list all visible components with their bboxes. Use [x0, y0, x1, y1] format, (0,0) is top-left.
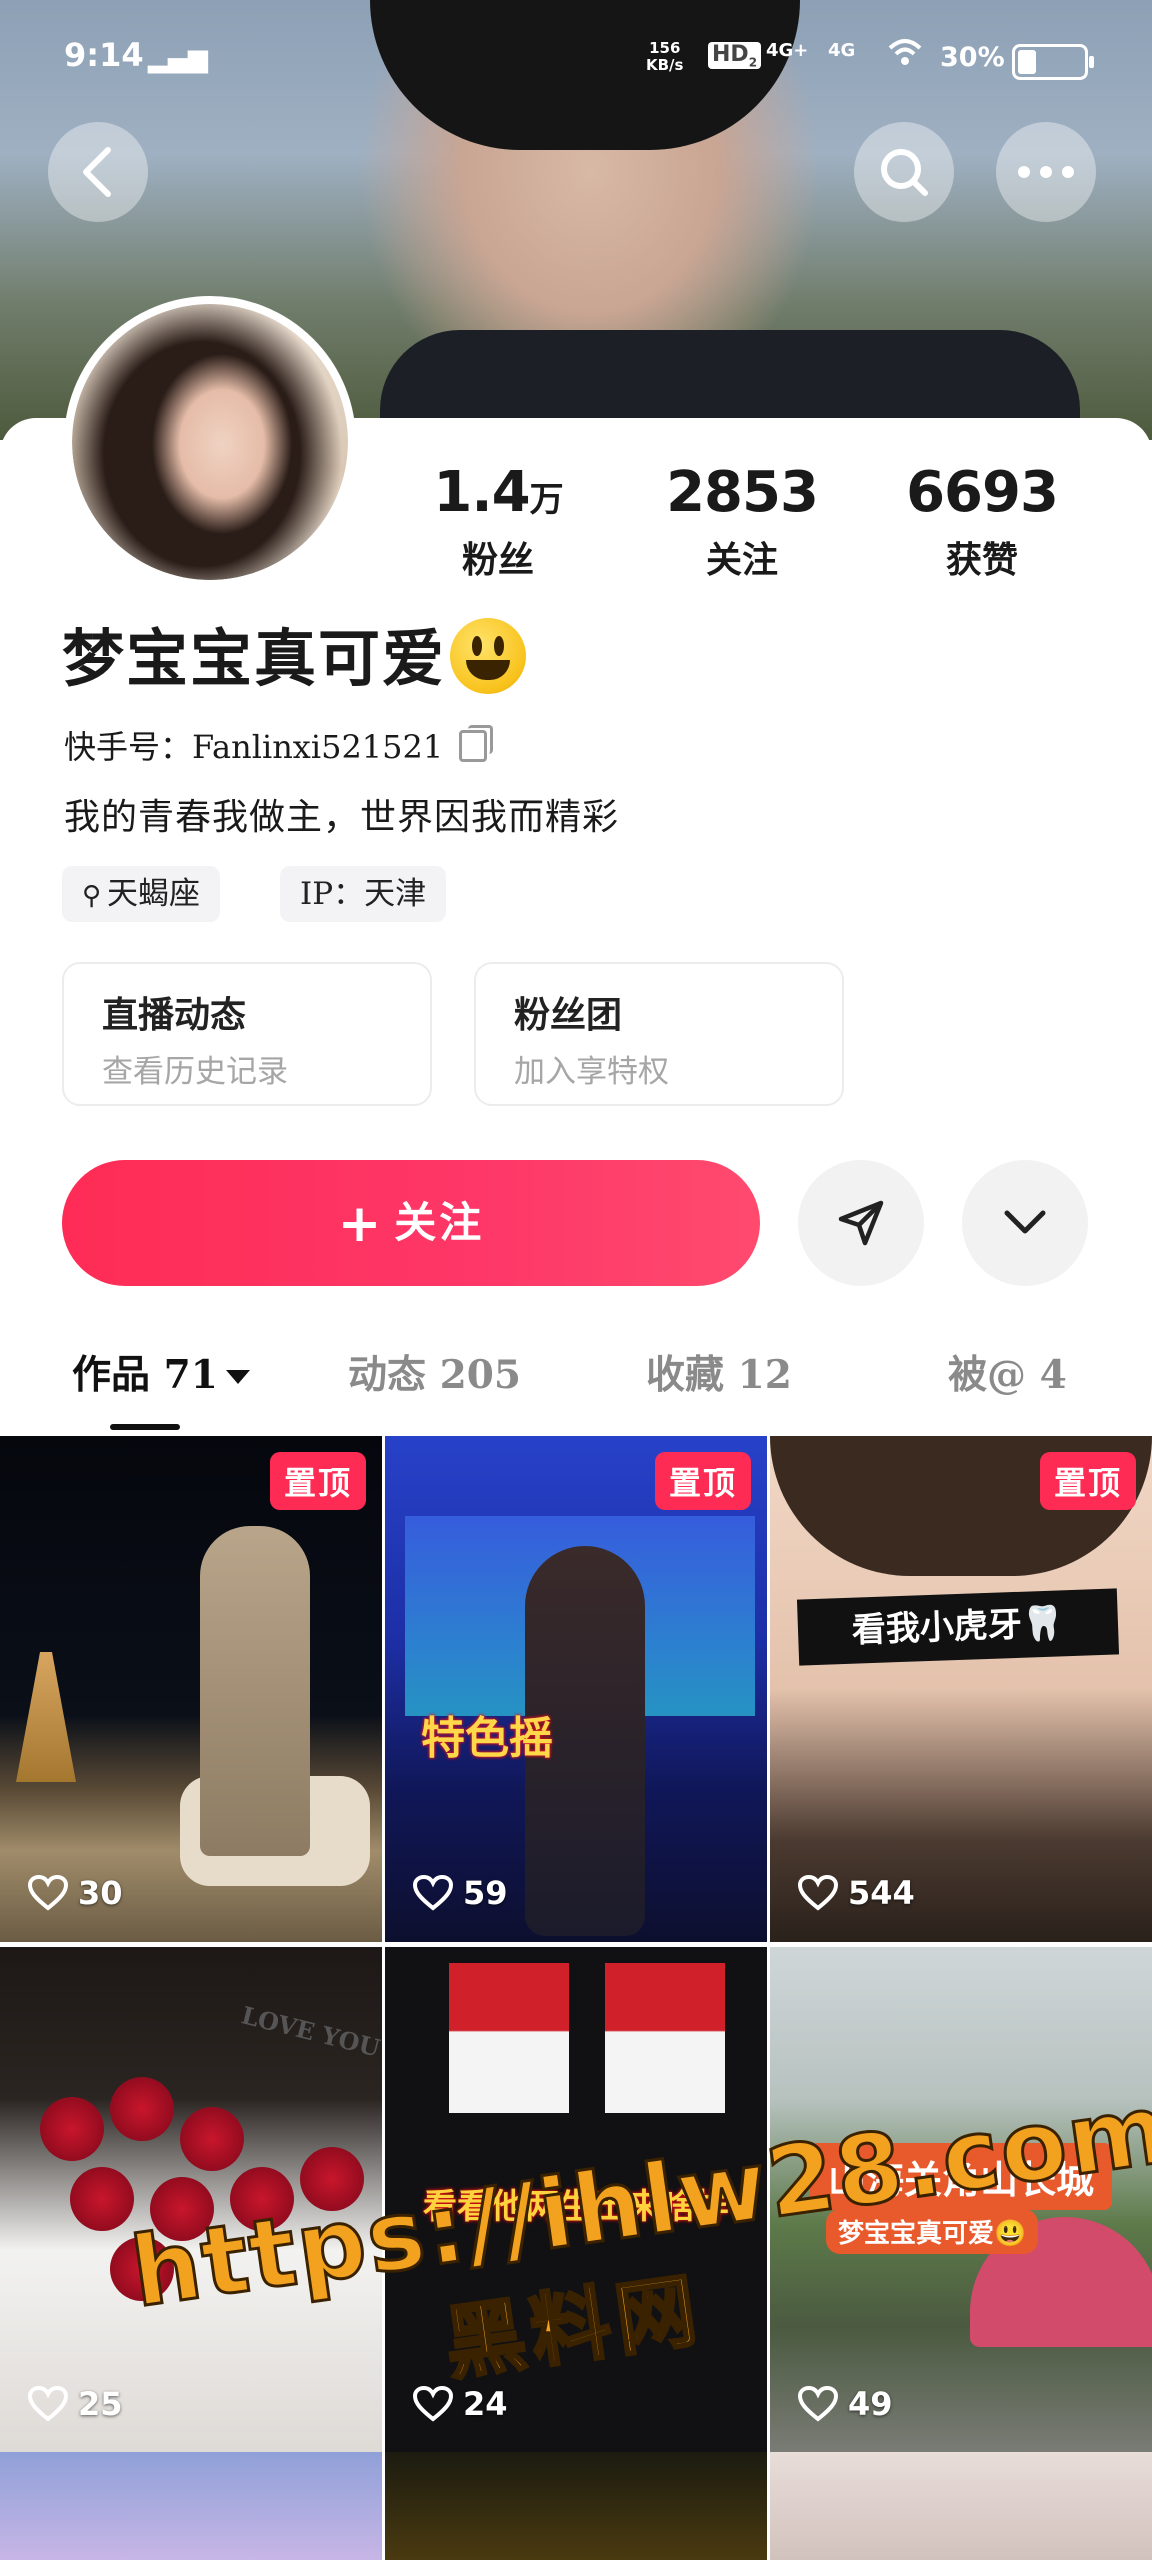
- back-button[interactable]: [48, 122, 148, 222]
- stat-followers[interactable]: 1.4万 粉丝: [398, 460, 598, 583]
- fan-club-subtitle: 加入享特权: [514, 1054, 669, 1090]
- tab-mentions[interactable]: 被@ 4: [948, 1344, 1067, 1400]
- caret-down-icon: [225, 1370, 250, 1384]
- live-history-entry[interactable]: 直播动态 查看历史记录: [62, 962, 432, 1106]
- tag-ip: IP：天津: [280, 866, 447, 922]
- search-icon: [881, 149, 928, 196]
- stat-following-label: 关注: [705, 539, 778, 581]
- rose-shape: [110, 2077, 174, 2141]
- paper-plane-icon: [838, 1200, 884, 1246]
- status-time: 9:14: [64, 36, 144, 74]
- stat-followers-value: 1.4: [433, 460, 530, 525]
- tag-zodiac-label: 天蝎座: [107, 876, 201, 912]
- stat-following-value: 2853: [666, 460, 819, 525]
- status-bar: 9:14 ▂▄▆ 156 KB/s HD2 4G+ 4G 30%: [0, 0, 1152, 110]
- expand-button[interactable]: [962, 1160, 1088, 1286]
- hd-label: HD: [712, 42, 749, 67]
- live-history-subtitle: 查看历史记录: [102, 1054, 288, 1090]
- like-count-value: 25: [78, 2385, 123, 2423]
- heart-icon: [413, 1875, 453, 1911]
- profile-bio: 我的青春我做主，世界因我而精彩: [64, 797, 620, 838]
- stat-likes-value: 6693: [906, 460, 1059, 525]
- rose-shape: [180, 2107, 244, 2171]
- share-button[interactable]: [798, 1160, 924, 1286]
- heart-icon: [28, 2386, 68, 2422]
- stat-followers-number: 1.4万: [398, 460, 598, 525]
- avatar-image: [72, 304, 348, 580]
- battery-percent: 30%: [940, 42, 1005, 73]
- avatar[interactable]: [64, 296, 356, 588]
- live-history-title: 直播动态: [102, 994, 247, 1036]
- rose-shape: [70, 2167, 134, 2231]
- stat-likes-label: 获赞: [945, 539, 1018, 581]
- like-count: 59: [413, 1874, 508, 1912]
- back-arrow-icon: [83, 147, 111, 197]
- kuaishou-id-text: 快手号：Fanlinxi521521: [64, 728, 444, 766]
- heart-icon: [28, 1875, 68, 1911]
- copy-icon[interactable]: [459, 725, 494, 762]
- like-count: 544: [798, 1874, 915, 1912]
- chevron-down-icon: [1004, 1210, 1046, 1234]
- tab-works[interactable]: 作品 71: [72, 1344, 250, 1400]
- wifi-icon: [888, 38, 922, 74]
- network-rate-unit: KB/s: [646, 56, 684, 74]
- pinned-badge: 置顶: [654, 1452, 751, 1510]
- cellular-signal-2: 4G: [828, 40, 856, 61]
- post-card[interactable]: 看我小虎牙🦷 置顶 544: [770, 1436, 1152, 1942]
- fan-club-entry[interactable]: 粉丝团 加入享特权: [474, 962, 844, 1106]
- network-rate-value: 156: [649, 39, 681, 57]
- statue-shape: [200, 1526, 310, 1856]
- hd-sub: 2: [748, 55, 758, 70]
- like-count: 30: [28, 1874, 123, 1912]
- stat-followers-label: 粉丝: [461, 539, 534, 581]
- tag-zodiac: ⚲ 天蝎座: [62, 866, 221, 922]
- portrait-photo: [449, 1963, 569, 2113]
- post-card[interactable]: 特色摇 置顶 59: [385, 1436, 767, 1942]
- pagoda-shape: [16, 1652, 76, 1782]
- profile-name: 梦宝宝真可爱: [62, 608, 527, 698]
- smile-emoji-icon: [450, 618, 527, 694]
- stat-likes[interactable]: 6693 获赞: [882, 460, 1082, 583]
- more-icon: [1018, 166, 1074, 178]
- tab-works-label: 作品 71: [72, 1352, 218, 1398]
- content-tabs: 作品 71 动态 205 收藏 12 被@ 4: [0, 1330, 1152, 1430]
- follow-button-label: 关注: [394, 1198, 485, 1247]
- cellular-signal-1: 4G+: [766, 40, 809, 61]
- kuaishou-id: 快手号：Fanlinxi521521: [64, 722, 494, 768]
- stat-following[interactable]: 2853 关注: [642, 460, 842, 583]
- follow-button[interactable]: + 关注: [62, 1160, 760, 1286]
- post-caption: LOVE YOU: [238, 2000, 382, 2063]
- active-tab-underline: [110, 1424, 180, 1430]
- post-caption: 看我小虎牙🦷: [796, 1588, 1120, 1666]
- tab-moments[interactable]: 动态 205: [348, 1344, 521, 1400]
- plus-icon: +: [337, 1194, 385, 1254]
- post-caption: 特色摇: [421, 1713, 553, 1764]
- rose-shape: [40, 2097, 104, 2161]
- pinned-badge: 置顶: [269, 1452, 366, 1510]
- search-button[interactable]: [854, 122, 954, 222]
- signal-icon: ▂▄▆: [148, 44, 208, 74]
- fan-club-title: 粉丝团: [514, 994, 623, 1036]
- heart-icon: [798, 1875, 838, 1911]
- network-rate: 156 KB/s: [646, 40, 683, 74]
- like-count: 25: [28, 2385, 123, 2423]
- post-card[interactable]: 置顶 30: [0, 1436, 382, 1942]
- like-count-value: 59: [463, 1874, 508, 1912]
- tab-favorites[interactable]: 收藏 12: [646, 1344, 792, 1400]
- like-count-value: 30: [78, 1874, 123, 1912]
- post-card[interactable]: [770, 2452, 1152, 2560]
- more-button[interactable]: [996, 122, 1096, 222]
- like-count-value: 544: [848, 1874, 915, 1912]
- profile-name-text: 梦宝宝真可爱: [62, 622, 447, 695]
- battery-icon: [1012, 44, 1094, 80]
- pinned-badge: 置顶: [1039, 1452, 1136, 1510]
- stat-followers-unit: 万: [529, 480, 564, 520]
- portrait-photo: [605, 1963, 725, 2113]
- hd-icon: HD2: [708, 42, 762, 70]
- zodiac-icon: ⚲: [82, 881, 102, 911]
